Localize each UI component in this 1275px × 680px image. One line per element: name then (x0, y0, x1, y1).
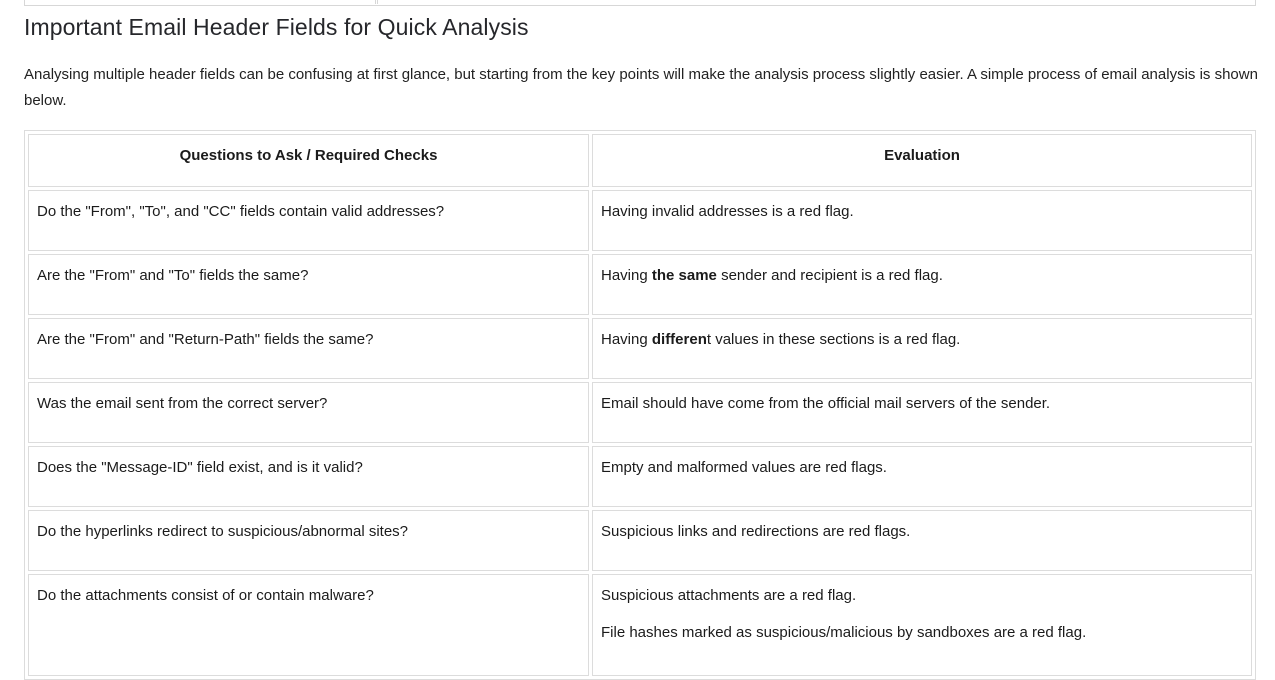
table-row: Are the "From" and "Return-Path" fields … (28, 318, 1252, 379)
table-row: Do the "From", "To", and "CC" fields con… (28, 190, 1252, 251)
evaluation-cell: Empty and malformed values are red flags… (592, 446, 1252, 507)
previous-table-cell (25, 0, 376, 4)
evaluation-emphasis: the same (651, 267, 717, 284)
table-row: Do the attachments consist of or contain… (28, 574, 1252, 676)
question-cell: Do the attachments consist of or contain… (28, 574, 589, 676)
question-cell: Do the "From", "To", and "CC" fields con… (28, 190, 589, 251)
evaluation-text: Empty and malformed values are red flags… (601, 459, 887, 476)
previous-table-cell (377, 0, 1255, 4)
question-cell: Are the "From" and "Return-Path" fields … (28, 318, 589, 379)
table-row: Are the "From" and "To" fields the same?… (28, 254, 1252, 315)
table-header-row: Questions to Ask / Required Checks Evalu… (28, 134, 1252, 187)
evaluation-text: File hashes marked as suspicious/malicio… (601, 624, 1087, 641)
evaluation-cell: Having invalid addresses is a red flag. (592, 190, 1252, 251)
evaluation-text: sender and recipient is a red flag. (716, 267, 943, 284)
evaluation-text: Having (601, 331, 652, 348)
evaluation-text: Suspicious links and redirections are re… (601, 523, 911, 540)
evaluation-cell: Suspicious links and redirections are re… (592, 510, 1252, 571)
evaluation-cell: Suspicious attachments are a red flag. F… (592, 574, 1252, 676)
section-heading: Important Email Header Fields for Quick … (24, 14, 529, 40)
evaluation-cell: Having the same sender and recipient is … (592, 254, 1252, 315)
evaluation-cell: Having different values in these section… (592, 318, 1252, 379)
evaluation-cell: Email should have come from the official… (592, 382, 1252, 443)
intro-paragraph: Analysing multiple header fields can be … (24, 66, 1258, 109)
question-cell: Are the "From" and "To" fields the same? (28, 254, 589, 315)
evaluation-text: Having (601, 267, 652, 284)
previous-table-bottom-edge (24, 0, 1256, 6)
evaluation-emphasis: differen (651, 331, 707, 348)
column-header-questions: Questions to Ask / Required Checks (28, 134, 589, 187)
question-cell: Does the "Message-ID" field exist, and i… (28, 446, 589, 507)
question-cell: Was the email sent from the correct serv… (28, 382, 589, 443)
evaluation-text: Suspicious attachments are a red flag. (601, 587, 857, 604)
question-cell: Do the hyperlinks redirect to suspicious… (28, 510, 589, 571)
column-header-evaluation: Evaluation (592, 134, 1252, 187)
evaluation-text: t values in these sections is a red flag… (706, 331, 961, 348)
table-row: Was the email sent from the correct serv… (28, 382, 1252, 443)
table-row: Do the hyperlinks redirect to suspicious… (28, 510, 1252, 571)
email-checks-table: Questions to Ask / Required Checks Evalu… (24, 130, 1256, 680)
evaluation-text: Having invalid addresses is a red flag. (601, 203, 854, 220)
table-row: Does the "Message-ID" field exist, and i… (28, 446, 1252, 507)
evaluation-text: Email should have come from the official… (601, 395, 1051, 412)
